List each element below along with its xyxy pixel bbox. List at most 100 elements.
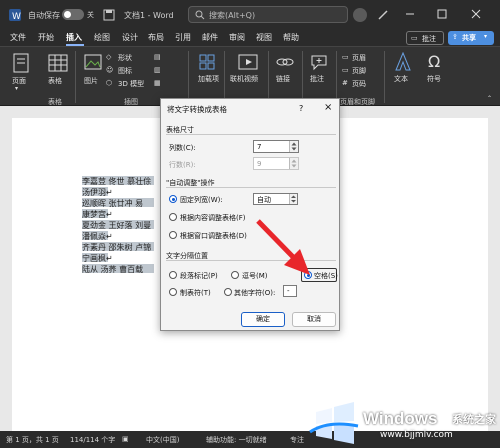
picture-icon[interactable] (84, 53, 102, 71)
proofing-icon[interactable]: ▣ (122, 435, 129, 443)
table-button-label[interactable]: 表格 (48, 76, 62, 86)
doc-line[interactable]: 宁画枫↵ (82, 253, 113, 263)
share-button[interactable]: ⇪ 共享 ▾ (448, 31, 494, 45)
doc-line[interactable]: 李嘉荳 佟世 慕壮俆 (82, 176, 151, 186)
page-icon[interactable] (12, 53, 30, 73)
textbox-icon[interactable] (394, 52, 412, 72)
svg-text:Ω: Ω (428, 52, 440, 70)
menu-references[interactable]: 引用 (175, 32, 191, 43)
spinner-arrows-icon[interactable] (289, 194, 297, 204)
shapes-button[interactable]: 形状 (118, 53, 132, 63)
column-width-value: 自动 (257, 196, 271, 204)
tab-radio[interactable] (169, 288, 177, 296)
fit-window-radio[interactable] (169, 231, 177, 239)
menu-mailings[interactable]: 邮件 (202, 32, 218, 43)
doc-line[interactable]: 陆从 汤荞 曹百载 (82, 264, 143, 274)
svg-text:W: W (12, 12, 21, 22)
autosave-toggle-state: 关 (87, 11, 94, 19)
menu-layout[interactable]: 布局 (148, 32, 164, 43)
document-title: 文档1 - Word (124, 11, 174, 20)
other-char-label[interactable]: 其他字符(O): (234, 288, 275, 298)
rows-label: 行数(R): (169, 161, 196, 169)
text-button-label[interactable]: 文本 (394, 74, 408, 84)
pagenum-button[interactable]: 页码 (352, 79, 366, 89)
picture-button-label[interactable]: 图片 (84, 76, 98, 86)
doc-line[interactable]: 巡顺晖 张廿冲 易 (82, 198, 143, 208)
doc-line[interactable]: 齐素丹 邵朱树 卢锦 (82, 242, 151, 252)
menu-help[interactable]: 帮助 (283, 32, 299, 43)
table-icon[interactable] (48, 53, 68, 73)
account-avatar[interactable] (352, 7, 368, 23)
tab-label[interactable]: 制表符(T) (180, 288, 211, 298)
language-indicator[interactable]: 中文(中国) (146, 435, 179, 445)
menu-file[interactable]: 文件 (10, 32, 26, 43)
online-video-label[interactable]: 联机视频 (230, 74, 258, 84)
comment-insert-icon[interactable] (310, 53, 328, 71)
fixed-width-label[interactable]: 固定列宽(W): (180, 195, 223, 205)
page-count[interactable]: 第 1 页，共 1 页 (6, 435, 59, 445)
screenshot-icon[interactable]: ▦ (154, 79, 161, 87)
maximize-icon[interactable] (436, 8, 448, 20)
word-count[interactable]: 114/114 个字 (70, 435, 115, 445)
menu-draw[interactable]: 绘图 (94, 32, 110, 43)
dialog-title: 将文字转换成表格 (167, 105, 227, 114)
other-char-radio[interactable] (224, 288, 232, 296)
cancel-button[interactable]: 取消 (292, 312, 336, 327)
menu-insert[interactable]: 插入 (66, 32, 82, 43)
doc-line[interactable]: 夏劲金 王好落 刘曼 (82, 220, 151, 230)
doc-line[interactable]: 潘佩焱↵ (82, 231, 113, 241)
doc-line[interactable]: 康梦宫↵ (82, 209, 113, 219)
chart-icon[interactable]: ▥ (154, 66, 161, 74)
autosave-toggle[interactable] (62, 9, 84, 20)
menu-view[interactable]: 视图 (256, 32, 272, 43)
doc-line[interactable]: 汤伊羽↵ (82, 187, 113, 197)
fixed-width-radio[interactable] (169, 195, 177, 203)
column-width-field[interactable]: 自动 (253, 193, 298, 205)
search-input[interactable]: 搜索(Alt+Q) (188, 6, 348, 23)
title-bar: 自动保存 关 W 文档1 - Word 搜索(Alt+Q) (0, 0, 500, 30)
collapse-ribbon-icon[interactable]: ⌃ (487, 95, 492, 102)
model3d-button[interactable]: 3D 模型 (118, 79, 144, 89)
cols-label: 列数(C): (169, 144, 196, 152)
comma-radio[interactable] (231, 271, 239, 279)
online-video-icon[interactable] (238, 53, 258, 71)
ribbon-separator (336, 51, 337, 103)
fit-content-label[interactable]: 根据内容调整表格(F) (180, 213, 246, 223)
symbol-button-label[interactable]: 符号 (427, 74, 441, 84)
symbol-icon[interactable]: Ω (427, 52, 443, 70)
smartart-icon[interactable]: ▤ (154, 53, 161, 61)
minimize-icon[interactable] (404, 8, 416, 20)
comment-insert-label[interactable]: 批注 (310, 74, 324, 84)
cols-value: 7 (257, 143, 262, 151)
autosave-label: 自动保存 (28, 11, 60, 20)
menu-design[interactable]: 设计 (122, 32, 138, 43)
addins-button-label[interactable]: 加载项 (198, 74, 219, 84)
fit-content-radio[interactable] (169, 213, 177, 221)
focus-mode[interactable]: 专注 (290, 435, 304, 445)
link-button-label[interactable]: 链接 (276, 74, 290, 84)
ok-button[interactable]: 确定 (241, 312, 285, 327)
pen-icon[interactable] (377, 9, 389, 21)
other-char-input[interactable]: - (283, 285, 297, 297)
close-dialog-button[interactable]: × (324, 102, 332, 113)
para-mark-radio[interactable] (169, 271, 177, 279)
close-window-icon[interactable] (470, 8, 482, 20)
help-button[interactable]: ? (299, 104, 303, 113)
save-icon[interactable] (103, 9, 115, 21)
watermark-brand: Windows (363, 409, 438, 428)
comment-button[interactable]: ▭ 批注 (406, 31, 444, 45)
spinner-arrows-icon[interactable] (289, 141, 298, 152)
menu-home[interactable]: 开始 (38, 32, 54, 43)
cols-spinner[interactable]: 7 (253, 140, 299, 153)
fit-window-label[interactable]: 根据窗口调整表格(D) (180, 231, 247, 241)
menu-review[interactable]: 审阅 (229, 32, 245, 43)
addins-icon[interactable] (198, 53, 216, 71)
header-button[interactable]: 页眉 (352, 53, 366, 63)
footer-button[interactable]: 页脚 (352, 66, 366, 76)
accessibility-status[interactable]: 辅助功能: 一切就绪 (206, 435, 267, 445)
icons-button[interactable]: 图标 (118, 66, 132, 76)
ribbon-separator (384, 51, 385, 103)
para-mark-label[interactable]: 段落标记(P) (180, 271, 218, 281)
link-icon[interactable] (276, 53, 294, 71)
ribbon-separator (75, 51, 76, 103)
